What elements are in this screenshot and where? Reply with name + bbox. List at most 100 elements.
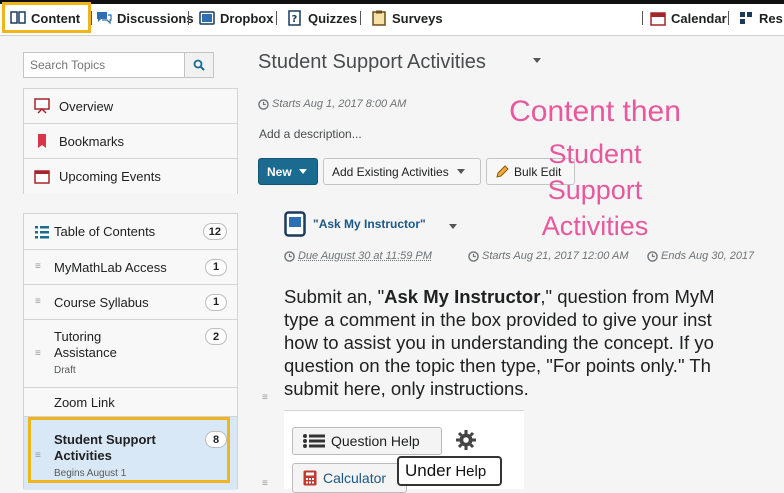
module-start-date: Starts Aug 1, 2017 8:00 AM: [258, 98, 406, 110]
search-input[interactable]: [23, 52, 185, 78]
sidebar-module[interactable]: ≡ MyMathLab Access 1: [24, 250, 237, 285]
sidebar-item-label: Tutoring Assistance: [54, 329, 117, 360]
starts-text: Starts Aug 21, 2017 12:00 AM: [482, 250, 629, 262]
due-text: Due August 30 at 11:59 PM: [298, 250, 432, 262]
nav-separator: [728, 11, 729, 25]
nav-separator: [642, 11, 643, 25]
list-icon: [303, 434, 325, 448]
resources-icon: [740, 12, 752, 24]
item-menu-chevron-down-icon[interactable]: [449, 224, 457, 229]
nav-discussions[interactable]: Discussions: [96, 0, 194, 36]
svg-text:?: ?: [292, 14, 298, 25]
sidebar-module[interactable]: ≡ Course Syllabus 1: [24, 285, 237, 320]
item-start-date: Starts Aug 21, 2017 12:00 AM: [468, 250, 629, 262]
survey-icon: [372, 10, 386, 26]
sidebar-item-label-wrap: Tutoring Assistance Draft: [54, 329, 164, 379]
student-support-highlight-box: [28, 417, 230, 483]
clock-icon: [284, 250, 295, 262]
description-bold-text: Ask My Instructor: [384, 286, 541, 307]
count-badge: 1: [205, 293, 227, 311]
help-callout: Under Help: [397, 456, 502, 486]
nav-calendar-label: Calendar: [671, 10, 727, 26]
topic-search: [23, 52, 214, 78]
chevron-down-icon: [456, 169, 465, 174]
drag-handle-icon[interactable]: ≡: [35, 349, 43, 359]
description-text: Submit an, ": [284, 286, 385, 307]
nav-dropbox[interactable]: Dropbox: [199, 0, 273, 36]
calendar-icon: [34, 170, 50, 184]
sidebar-item-label: Zoom Link: [54, 394, 115, 410]
add-existing-label: Add Existing Activities: [332, 164, 449, 179]
question-help-button: Question Help: [292, 427, 442, 455]
count-badge: 12: [202, 223, 227, 240]
new-button[interactable]: New: [258, 158, 318, 185]
dropbox-icon: [284, 211, 306, 237]
question-help-label: Question Help: [331, 433, 420, 449]
overview-icon: [34, 98, 50, 114]
calendar-icon: [650, 12, 666, 26]
item-title-link[interactable]: "Ask My Instructor": [313, 217, 426, 231]
draft-label: Draft: [54, 365, 76, 376]
gear-icon: [456, 430, 476, 450]
item-description: Submit an, "Ask My Instructor," question…: [284, 285, 784, 400]
description-text: ," question from MyM: [540, 286, 715, 307]
callout-small-text: Help: [455, 462, 487, 480]
nav-separator: [276, 11, 277, 25]
nav-separator: [91, 11, 92, 25]
count-badge: 2: [205, 328, 227, 345]
add-existing-activities-button[interactable]: Add Existing Activities: [323, 158, 481, 185]
sidebar-item-table-of-contents[interactable]: Table of Contents 12: [24, 214, 237, 250]
nav-calendar[interactable]: Calendar: [650, 0, 727, 36]
callout-text: Under: [405, 461, 452, 480]
drag-handle-icon[interactable]: ≡: [262, 392, 268, 403]
annotation-line-4: Activities: [541, 211, 649, 241]
nav-quizzes[interactable]: ? Quizzes: [287, 0, 357, 36]
nav-resources-label: Res: [759, 10, 783, 26]
annotation-block: Student Support Activities: [520, 136, 670, 244]
new-button-label: New: [267, 164, 292, 179]
sidebar-item-label: Upcoming Events: [59, 169, 161, 184]
nav-resources[interactable]: Res: [738, 0, 783, 36]
description-line-1: Submit an, "Ask My Instructor," question…: [284, 285, 784, 308]
discussion-icon: [97, 12, 112, 25]
nav-surveys[interactable]: Surveys: [371, 0, 443, 36]
description-line-2: type a comment in the box provided to gi…: [284, 309, 712, 330]
nav-separator: [360, 11, 361, 25]
title-menu-chevron-down-icon[interactable]: [533, 58, 541, 63]
annotation-line-2: Student: [548, 139, 642, 169]
clock-icon: [647, 250, 658, 262]
clock-icon: [468, 250, 479, 262]
page-title: Student Support Activities: [258, 51, 486, 73]
drag-handle-icon[interactable]: ≡: [262, 478, 268, 489]
description-line-4: question on the topic then type, "For po…: [284, 355, 711, 376]
description-line-5: submit here, only instructions.: [284, 378, 529, 399]
sidebar-top-panel: Overview Bookmarks Upcoming Events: [23, 88, 238, 194]
clock-icon: [258, 98, 269, 110]
nav-surveys-label: Surveys: [392, 10, 443, 26]
content-highlight-box: [2, 2, 91, 33]
sidebar-item-upcoming-events[interactable]: Upcoming Events: [24, 159, 237, 194]
nav-discussions-label: Discussions: [117, 10, 194, 26]
sidebar-module[interactable]: ≡ Tutoring Assistance Draft 2: [24, 320, 237, 388]
item-due-date: Due August 30 at 11:59 PM: [284, 250, 432, 262]
ends-text: Ends Aug 30, 2017: [661, 250, 755, 262]
chevron-down-icon: [298, 169, 307, 174]
calculator-icon: [303, 470, 317, 486]
drag-handle-icon[interactable]: ≡: [35, 262, 43, 272]
nav-separator: [188, 11, 189, 25]
quiz-icon: ?: [288, 10, 301, 26]
annotation-line-1: Content then: [509, 95, 681, 128]
add-description-link[interactable]: Add a description...: [259, 127, 362, 141]
top-navbar: Content Discussions Dropbox ? Quizzes Su…: [0, 0, 784, 36]
sidebar-item-overview[interactable]: Overview: [24, 89, 237, 124]
search-icon: [193, 59, 205, 71]
sidebar-item-bookmarks[interactable]: Bookmarks: [24, 124, 237, 159]
sidebar-item-label: Course Syllabus: [54, 294, 149, 310]
drag-handle-icon[interactable]: ≡: [35, 297, 43, 307]
sidebar-item-label: Overview: [59, 98, 114, 114]
search-button[interactable]: [184, 52, 214, 78]
calculator-label: Calculator: [323, 470, 387, 486]
sidebar-module[interactable]: Zoom Link: [24, 388, 237, 417]
start-date-text: Starts Aug 1, 2017 8:00 AM: [272, 98, 407, 110]
dropbox-icon: [199, 11, 215, 25]
